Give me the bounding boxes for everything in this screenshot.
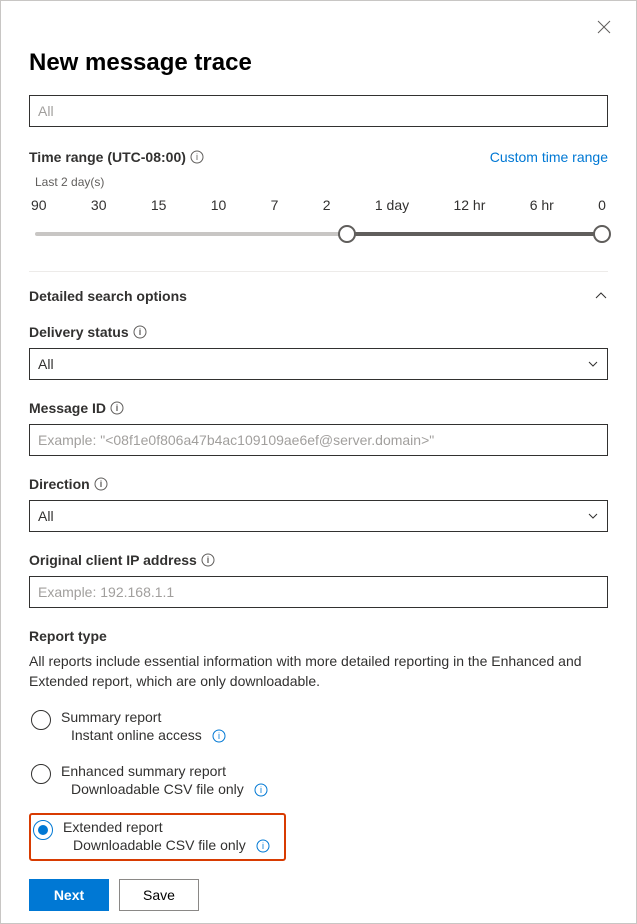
svg-text:i: i xyxy=(207,555,210,565)
slider-current-value: Last 2 day(s) xyxy=(35,175,608,189)
radio-button[interactable] xyxy=(31,710,51,730)
client-ip-input[interactable] xyxy=(29,576,608,608)
report-type-description: All reports include essential informatio… xyxy=(29,652,608,691)
client-ip-label: Original client IP address i xyxy=(29,552,608,568)
slider-tick-labels: 90 30 15 10 7 2 1 day 12 hr 6 hr 0 xyxy=(29,197,608,213)
direction-select[interactable]: All xyxy=(29,500,608,532)
radio-option-subtitle: Instant online accessi xyxy=(71,727,226,743)
svg-text:i: i xyxy=(196,152,198,162)
svg-text:i: i xyxy=(260,785,262,795)
info-icon[interactable]: i xyxy=(110,401,124,415)
direction-label: Direction i xyxy=(29,476,608,492)
radio-option-title: Extended report xyxy=(63,819,270,835)
delivery-status-label: Delivery status i xyxy=(29,324,608,340)
svg-text:i: i xyxy=(218,731,220,741)
report-type-option[interactable]: Enhanced summary report Downloadable CSV … xyxy=(29,759,608,803)
radio-option-subtitle: Downloadable CSV file onlyi xyxy=(73,837,270,853)
radio-option-subtitle: Downloadable CSV file onlyi xyxy=(71,781,268,797)
chevron-down-icon xyxy=(587,510,599,522)
page-title: New message trace xyxy=(29,49,608,77)
info-icon[interactable]: i xyxy=(133,325,147,339)
svg-text:i: i xyxy=(262,841,264,851)
slider-thumb-end[interactable] xyxy=(593,225,611,243)
message-id-label: Message ID i xyxy=(29,400,608,416)
report-type-option[interactable]: Extended report Downloadable CSV file onl… xyxy=(29,813,286,861)
info-icon[interactable]: i xyxy=(256,838,270,852)
info-icon[interactable]: i xyxy=(190,150,204,164)
svg-text:i: i xyxy=(99,479,102,489)
chevron-down-icon xyxy=(587,358,599,370)
radio-option-title: Summary report xyxy=(61,709,226,725)
close-button[interactable] xyxy=(596,19,614,37)
message-trace-panel: New message trace Time range (UTC-08:00)… xyxy=(0,0,637,924)
divider xyxy=(29,271,608,272)
detailed-options-toggle[interactable]: Detailed search options xyxy=(29,288,608,304)
svg-text:i: i xyxy=(138,327,141,337)
report-type-option[interactable]: Summary report Instant online accessi xyxy=(29,705,608,749)
radio-button[interactable] xyxy=(33,820,53,840)
save-button[interactable]: Save xyxy=(119,879,199,911)
delivery-status-select[interactable]: All xyxy=(29,348,608,380)
info-icon[interactable]: i xyxy=(201,553,215,567)
message-id-input[interactable] xyxy=(29,424,608,456)
time-range-label: Time range (UTC-08:00) i xyxy=(29,149,204,165)
info-icon[interactable]: i xyxy=(212,728,226,742)
slider-thumb-start[interactable] xyxy=(338,225,356,243)
radio-option-title: Enhanced summary report xyxy=(61,763,268,779)
next-button[interactable]: Next xyxy=(29,879,109,911)
custom-time-range-link[interactable]: Custom time range xyxy=(490,149,608,165)
chevron-up-icon xyxy=(594,289,608,303)
time-range-slider[interactable]: Last 2 day(s) 90 30 15 10 7 2 1 day 12 h… xyxy=(29,175,608,245)
info-icon[interactable]: i xyxy=(254,782,268,796)
report-type-label: Report type xyxy=(29,628,608,644)
radio-button[interactable] xyxy=(31,764,51,784)
info-icon[interactable]: i xyxy=(94,477,108,491)
report-type-radio-group: Summary report Instant online accessi Enha… xyxy=(29,705,608,861)
svg-text:i: i xyxy=(116,403,119,413)
recipients-input[interactable] xyxy=(29,95,608,127)
